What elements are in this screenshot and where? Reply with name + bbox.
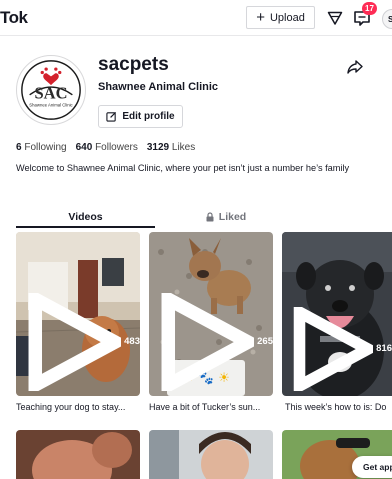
view-count-value: 265: [257, 336, 273, 348]
top-navigation-bar: Tok + Upload 17 S: [0, 0, 392, 36]
likes-stat: 3129 Likes: [147, 142, 195, 153]
active-tab-indicator: [16, 226, 155, 228]
inbox-badge: 17: [362, 2, 377, 15]
video-caption[interactable]: Teaching your dog to stay...: [16, 402, 140, 412]
video-caption[interactable]: This week’s how to is: Do: [285, 402, 392, 412]
share-icon[interactable]: [347, 59, 363, 75]
likes-count: 3129: [146, 142, 170, 153]
tab-videos[interactable]: Videos: [16, 206, 155, 228]
send-filter-icon[interactable]: [327, 10, 343, 26]
edit-profile-button[interactable]: Edit profile: [98, 105, 183, 128]
view-count: 265: [156, 292, 273, 391]
edit-profile-label: Edit profile: [122, 111, 175, 122]
video-thumbnail[interactable]: 816: [282, 232, 392, 396]
lock-icon: [206, 212, 214, 222]
get-app-button[interactable]: Get app: [352, 456, 392, 478]
plus-icon: +: [256, 9, 265, 26]
profile-username: sacpets: [98, 54, 169, 75]
upload-label: Upload: [269, 11, 305, 24]
profile-display-name: Shawnee Animal Clinic: [98, 81, 219, 93]
view-count-value: 483: [124, 336, 140, 348]
followers-count: 640: [75, 142, 93, 153]
play-icon: [161, 292, 255, 391]
hand-closeup-thumbnail: [16, 430, 140, 479]
tab-liked[interactable]: Liked: [156, 206, 295, 228]
avatar-logo-text: SAC: [34, 84, 67, 103]
tab-liked-label: Liked: [218, 211, 247, 223]
avatar-logo-subtext: Shawnee Animal Clinic: [29, 103, 73, 108]
profile-avatar: SAC Shawnee Animal Clinic: [16, 55, 86, 125]
following-count: 6: [16, 142, 22, 153]
likes-label: Likes: [171, 142, 196, 153]
upload-button[interactable]: + Upload: [246, 6, 315, 29]
video-thumbnail[interactable]: ☀ 🐾 ☀ 265: [149, 232, 273, 396]
play-icon: [293, 306, 374, 391]
staff-member-thumbnail: [149, 430, 273, 479]
view-count: 483: [23, 292, 140, 391]
profile-bio: Welcome to Shawnee Animal Clinic, where …: [16, 163, 350, 173]
followers-stat[interactable]: 640 Followers: [76, 142, 138, 153]
view-count-value: 816: [376, 343, 392, 355]
user-avatar[interactable]: S: [382, 9, 392, 29]
clinic-logo: SAC Shawnee Animal Clinic: [21, 60, 81, 120]
profile-stats: 6 Following 640 Followers 3129 Likes: [16, 142, 195, 153]
following-label: Following: [24, 142, 67, 153]
following-stat[interactable]: 6 Following: [16, 142, 67, 153]
view-count: 816: [289, 306, 392, 391]
app-logo[interactable]: Tok: [0, 8, 28, 28]
edit-icon: [106, 111, 117, 122]
play-icon: [28, 292, 122, 391]
video-thumbnail[interactable]: [149, 430, 273, 479]
followers-label: Followers: [95, 142, 138, 153]
video-thumbnail[interactable]: 483: [16, 232, 140, 396]
video-caption[interactable]: Have a bit of Tucker’s sun...: [149, 402, 273, 412]
video-thumbnail[interactable]: [16, 430, 140, 479]
